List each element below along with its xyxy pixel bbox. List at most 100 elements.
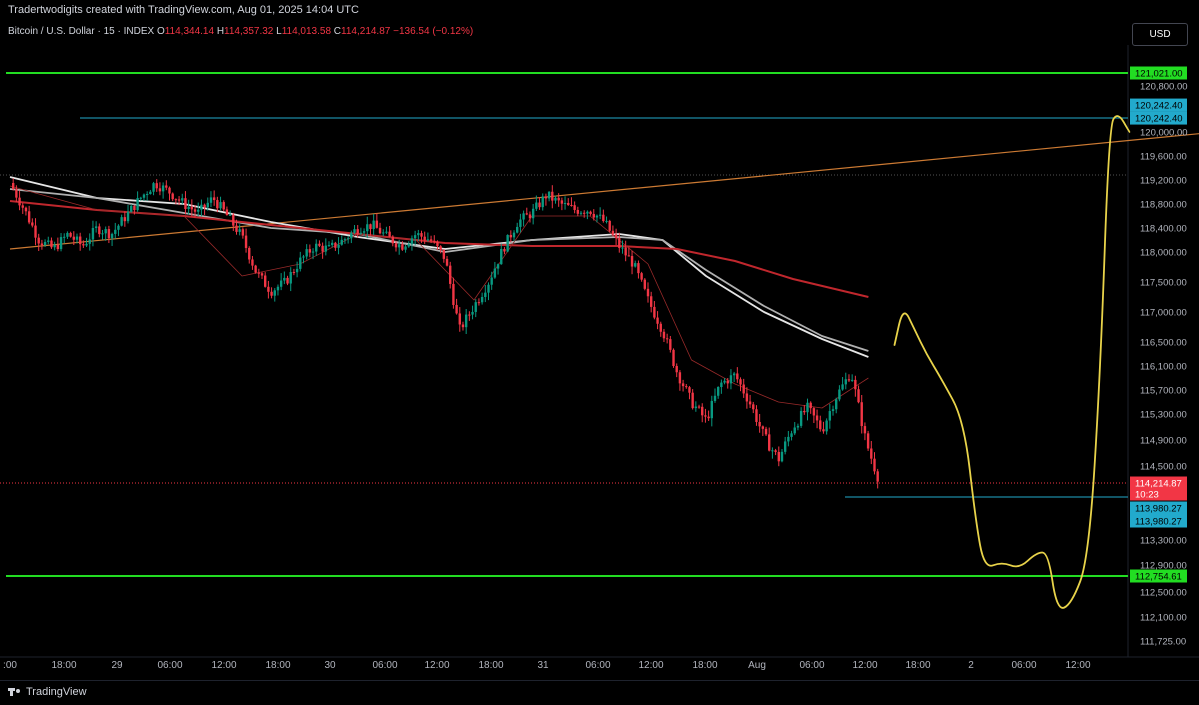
- footer-bar: TradingView: [0, 680, 1199, 705]
- x-tick-label: 18:00: [905, 660, 930, 671]
- candle-body: [133, 205, 136, 211]
- candle-body: [665, 338, 669, 340]
- candle-body: [560, 200, 564, 204]
- candle-body: [799, 410, 803, 426]
- x-tick-label: 12:00: [852, 660, 877, 671]
- candle-body: [315, 243, 318, 252]
- candle-body: [828, 411, 832, 421]
- y-tick-label: 116,500.00: [1140, 338, 1187, 349]
- candle-body: [627, 255, 631, 257]
- x-tick-label: 12:00: [638, 660, 663, 671]
- candle-body: [723, 380, 726, 383]
- candle-body: [535, 202, 538, 209]
- candle-body: [267, 286, 270, 292]
- candle-body: [729, 375, 733, 384]
- candle-body: [107, 229, 111, 239]
- y-tick-label: 118,400.00: [1140, 224, 1187, 235]
- candle-body: [31, 222, 34, 226]
- candle-body: [161, 185, 165, 192]
- candle-body: [98, 226, 101, 235]
- candle-body: [796, 425, 800, 428]
- candle-body: [187, 206, 190, 210]
- candle-body: [91, 227, 95, 240]
- y-tick-label: 112,500.00: [1140, 588, 1187, 599]
- candle-body: [605, 220, 608, 222]
- candle-body: [53, 244, 56, 248]
- y-tick-label: 120,000.00: [1140, 128, 1188, 139]
- candle-body: [825, 420, 828, 432]
- candle-body: [94, 226, 98, 228]
- candle-body: [350, 232, 353, 239]
- candle-body: [442, 249, 446, 259]
- candle-body: [656, 317, 659, 324]
- candle-body: [780, 451, 784, 462]
- candle-body: [761, 426, 765, 429]
- price-chart[interactable]: 120,800.00 120,000.00 119,600.00 119,200.00…: [0, 0, 1199, 680]
- candle-body: [439, 246, 442, 250]
- candle-body: [37, 237, 40, 244]
- candle-body: [388, 231, 391, 237]
- candle-body: [844, 379, 847, 385]
- candle-body: [563, 202, 567, 204]
- candle-body: [567, 202, 570, 205]
- candle-body: [413, 235, 417, 239]
- candle-body: [184, 198, 187, 210]
- level-tag-120242-b: 120,242.40: [1135, 114, 1183, 125]
- candle-body: [117, 225, 120, 230]
- candle-body: [366, 224, 369, 232]
- candle-body: [493, 268, 497, 278]
- candle-body: [216, 200, 219, 209]
- level-tag-113980-a: 113,980.27: [1135, 504, 1182, 515]
- x-axis-labels: :00 18:00 29 06:00 12:00 18:00 30 06:00 12:00 18:…: [3, 660, 1091, 671]
- candle-body: [292, 272, 296, 274]
- candle-body: [356, 229, 359, 234]
- candle-body: [538, 202, 541, 208]
- candle-body: [273, 290, 276, 296]
- candle-body: [531, 208, 535, 219]
- candle-body: [653, 306, 656, 318]
- candle-body: [860, 402, 863, 427]
- candle-body: [353, 229, 356, 233]
- y-tick-label: 119,600.00: [1140, 152, 1187, 163]
- x-tick-label: 12:00: [424, 660, 449, 671]
- candle-body: [685, 386, 688, 388]
- candle-body: [136, 198, 139, 211]
- candle-body: [382, 232, 385, 234]
- candle-body: [50, 240, 53, 248]
- candle-body: [576, 209, 580, 214]
- candle-body: [496, 264, 500, 269]
- x-tick-label: 06:00: [799, 660, 824, 671]
- candle-body: [835, 399, 838, 410]
- candle-body: [305, 249, 308, 257]
- x-tick-label: 18:00: [51, 660, 76, 671]
- candle-body: [82, 244, 85, 246]
- candle-body: [503, 248, 506, 252]
- candle-body: [583, 212, 586, 214]
- candle-body: [181, 198, 184, 201]
- candle-body: [270, 291, 273, 296]
- candle-body: [397, 244, 401, 248]
- candle-body: [487, 284, 490, 293]
- candle-body: [490, 277, 493, 285]
- candle-body: [468, 314, 471, 316]
- candle-body: [324, 245, 328, 252]
- y-tick-label: 117,000.00: [1140, 308, 1187, 319]
- candle-body: [863, 426, 867, 434]
- candle-body: [452, 283, 455, 305]
- candle-body: [768, 434, 771, 451]
- candle-body: [857, 389, 860, 403]
- candle-body: [203, 204, 206, 208]
- candle-body: [369, 224, 372, 230]
- candle-body: [691, 392, 694, 409]
- tradingview-mark-icon: [8, 687, 22, 697]
- candle-body: [286, 277, 289, 284]
- candle-body: [589, 211, 592, 214]
- candle-body: [238, 229, 241, 232]
- candle-body: [337, 244, 340, 248]
- tradingview-brand: TradingView: [26, 686, 87, 698]
- candle-body: [525, 213, 528, 215]
- candle-body: [506, 234, 509, 252]
- candle-body: [149, 191, 152, 195]
- tradingview-logo[interactable]: TradingView: [8, 686, 87, 698]
- candles-group: [11, 178, 879, 489]
